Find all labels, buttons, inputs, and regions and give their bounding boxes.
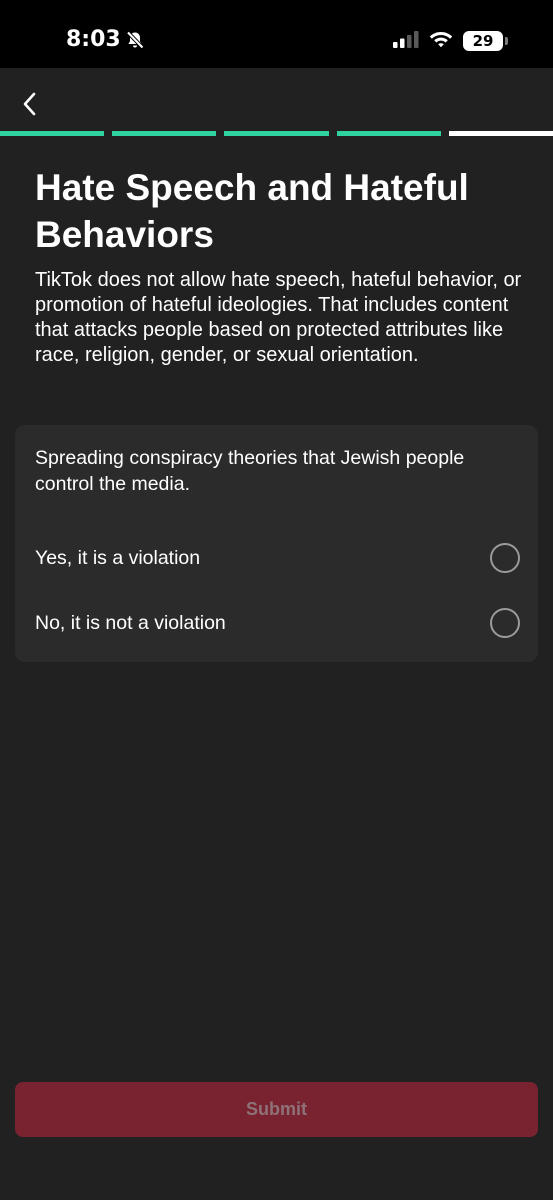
chevron-left-icon	[22, 92, 38, 121]
page-title: Hate Speech and Hateful Behaviors	[35, 167, 469, 255]
battery-tip	[505, 37, 508, 45]
progress-segment-3	[224, 131, 329, 136]
status-bar: 8:03 29	[0, 0, 553, 68]
bell-slash-icon	[125, 30, 145, 50]
radio-button[interactable]	[490, 543, 520, 573]
back-button[interactable]	[14, 88, 46, 124]
signal-icon	[393, 30, 419, 53]
question-text: Spreading conspiracy theories that Jewis…	[35, 447, 465, 495]
status-time: 8:03	[66, 27, 121, 52]
status-time-group: 8:03	[66, 27, 145, 52]
battery-icon: 29	[463, 31, 508, 51]
option-not-violation[interactable]: No, it is not a violation	[15, 598, 538, 648]
status-indicators: 29	[393, 29, 508, 53]
progress-bar	[0, 131, 553, 136]
progress-segment-5	[448, 131, 553, 136]
submit-button[interactable]: Submit	[15, 1082, 538, 1137]
progress-segment-2	[112, 131, 217, 136]
option-label: No, it is not a violation	[35, 611, 226, 634]
progress-segment-1	[0, 131, 105, 136]
option-yes-violation[interactable]: Yes, it is a violation	[15, 533, 538, 583]
progress-segment-4	[336, 131, 441, 136]
radio-button[interactable]	[490, 608, 520, 638]
page-description: TikTok does not allow hate speech, hatef…	[35, 269, 522, 366]
option-label: Yes, it is a violation	[35, 546, 201, 569]
wifi-icon	[428, 29, 454, 53]
battery-level: 29	[472, 32, 494, 50]
question-card: Spreading conspiracy theories that Jewis…	[15, 425, 538, 662]
